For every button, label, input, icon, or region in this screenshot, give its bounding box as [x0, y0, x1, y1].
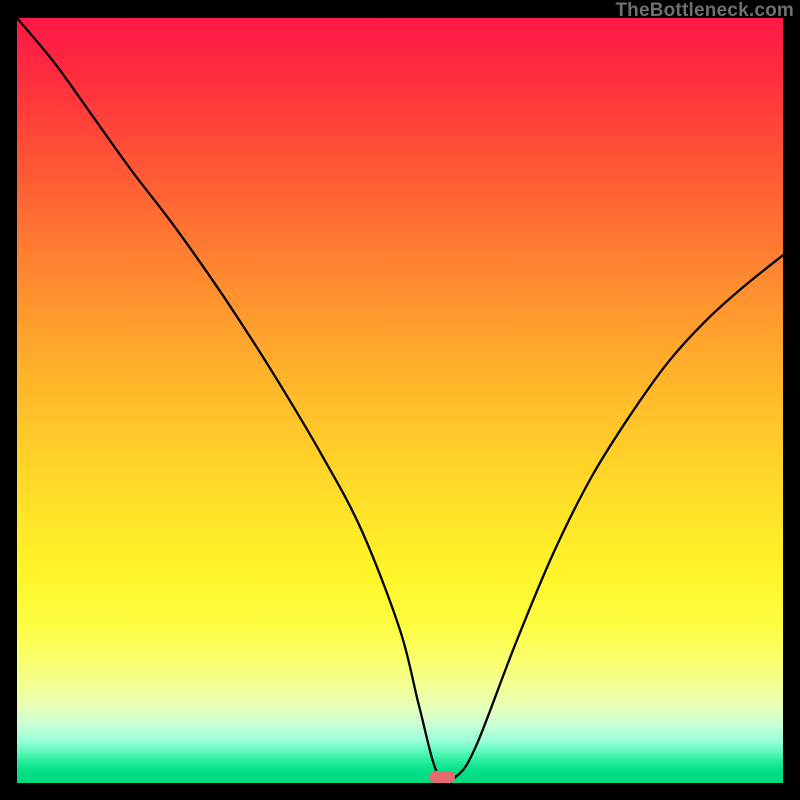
watermark-text: TheBottleneck.com: [615, 0, 794, 22]
chart-frame: TheBottleneck.com: [0, 0, 800, 800]
plot-area: [17, 18, 783, 783]
optimal-point-marker: [429, 771, 455, 783]
bottleneck-curve: [17, 18, 783, 783]
